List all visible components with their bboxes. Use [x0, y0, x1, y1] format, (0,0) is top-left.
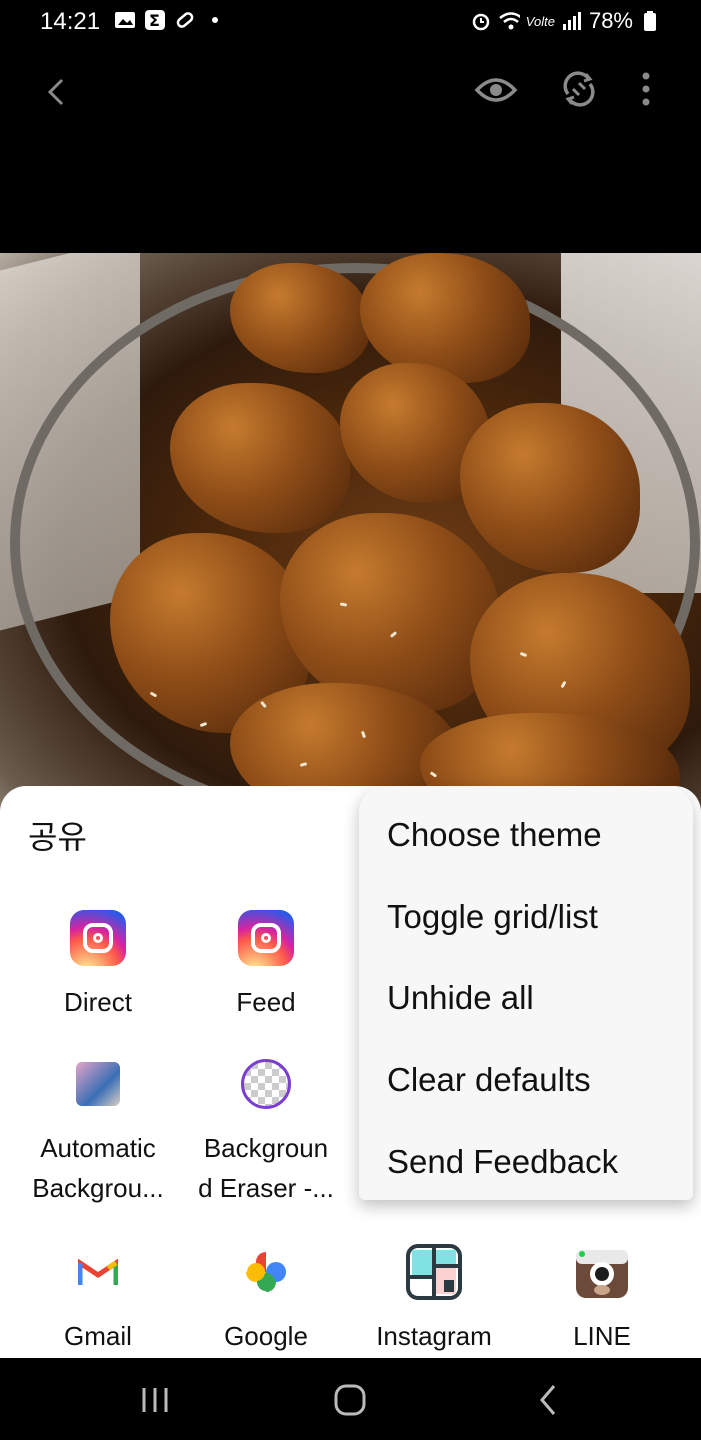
dot-icon	[204, 10, 226, 30]
background-eraser-icon	[238, 1056, 294, 1112]
share-app-label: Direct	[64, 987, 132, 1017]
share-app-label: Feed	[236, 987, 296, 1017]
share-app-google[interactable]: Google	[182, 1244, 350, 1356]
recent-apps-button[interactable]	[136, 1380, 176, 1420]
wifi-icon	[498, 11, 520, 31]
share-app-label: Automatic	[40, 1133, 156, 1163]
status-bar: 14:21 Σ Volte 78%	[0, 0, 701, 44]
more-vertical-icon	[642, 72, 650, 106]
share-app-label: Backgroun	[203, 1133, 329, 1163]
share-app-label: Gmail	[64, 1321, 132, 1351]
share-app-background-eraser[interactable]: Backgroun d Eraser -...	[182, 1056, 350, 1208]
overflow-menu: Choose theme Toggle grid/list Unhide all…	[359, 786, 693, 1200]
view-button[interactable]	[474, 70, 518, 110]
recent-apps-icon	[142, 1388, 168, 1412]
automatic-background-app-icon	[70, 1056, 126, 1112]
pill-notification-icon	[174, 10, 196, 30]
share-app-feed[interactable]: Feed	[182, 910, 350, 1022]
chevron-left-icon	[47, 78, 64, 106]
share-app-label: LINE	[573, 1321, 631, 1351]
instagram-layout-icon	[406, 1244, 462, 1300]
menu-item-send-feedback[interactable]: Send Feedback	[387, 1143, 618, 1181]
svg-text:Σ: Σ	[149, 11, 160, 30]
share-sheet-title: 공유	[28, 819, 87, 855]
menu-item-choose-theme[interactable]: Choose theme	[387, 816, 602, 854]
menu-item-clear-defaults[interactable]: Clear defaults	[387, 1061, 591, 1099]
signal-icon	[561, 11, 583, 31]
back-button[interactable]	[36, 72, 76, 112]
share-app-label: Instagram	[376, 1321, 492, 1351]
rotate-button[interactable]	[558, 68, 600, 110]
share-app-instagram[interactable]: Instagram	[350, 1244, 518, 1356]
nav-back-button[interactable]	[528, 1380, 568, 1420]
sigma-app-notification-icon: Σ	[144, 10, 166, 30]
share-app-direct[interactable]: Direct	[14, 910, 182, 1022]
alarm-icon	[470, 11, 492, 31]
gallery-notification-icon	[114, 10, 136, 30]
share-app-automatic-background[interactable]: Automatic Backgrou...	[14, 1056, 182, 1208]
battery-icon	[639, 11, 661, 31]
menu-item-unhide-all[interactable]: Unhide all	[387, 979, 534, 1017]
viewer-toolbar	[0, 44, 701, 134]
status-time: 14:21	[40, 8, 101, 35]
gmail-icon	[70, 1244, 126, 1300]
instagram-icon	[70, 910, 126, 966]
battery-percent: 78%	[588, 8, 633, 33]
home-button[interactable]	[330, 1380, 370, 1420]
share-app-label: d Eraser -...	[198, 1173, 334, 1203]
menu-item-toggle-grid-list[interactable]: Toggle grid/list	[387, 898, 598, 936]
instagram-icon	[238, 910, 294, 966]
home-icon	[334, 1384, 366, 1416]
google-photos-icon	[238, 1244, 294, 1300]
line-camera-icon	[574, 1244, 630, 1300]
volte-label: Volte	[525, 13, 555, 29]
auto-rotate-icon	[563, 71, 595, 107]
eye-icon	[474, 78, 518, 102]
notification-icons: Σ	[114, 10, 226, 30]
system-icons: Volte 78%	[470, 8, 661, 34]
photo-fried-chicken[interactable]	[0, 253, 701, 813]
chevron-left-icon	[540, 1385, 556, 1415]
navigation-bar	[0, 1358, 701, 1440]
more-options-button[interactable]	[630, 68, 662, 110]
share-app-line[interactable]: LINE	[518, 1244, 686, 1356]
share-app-label: Google	[224, 1321, 308, 1351]
share-app-label: Backgrou...	[32, 1173, 164, 1203]
share-app-gmail[interactable]: Gmail	[14, 1244, 182, 1356]
